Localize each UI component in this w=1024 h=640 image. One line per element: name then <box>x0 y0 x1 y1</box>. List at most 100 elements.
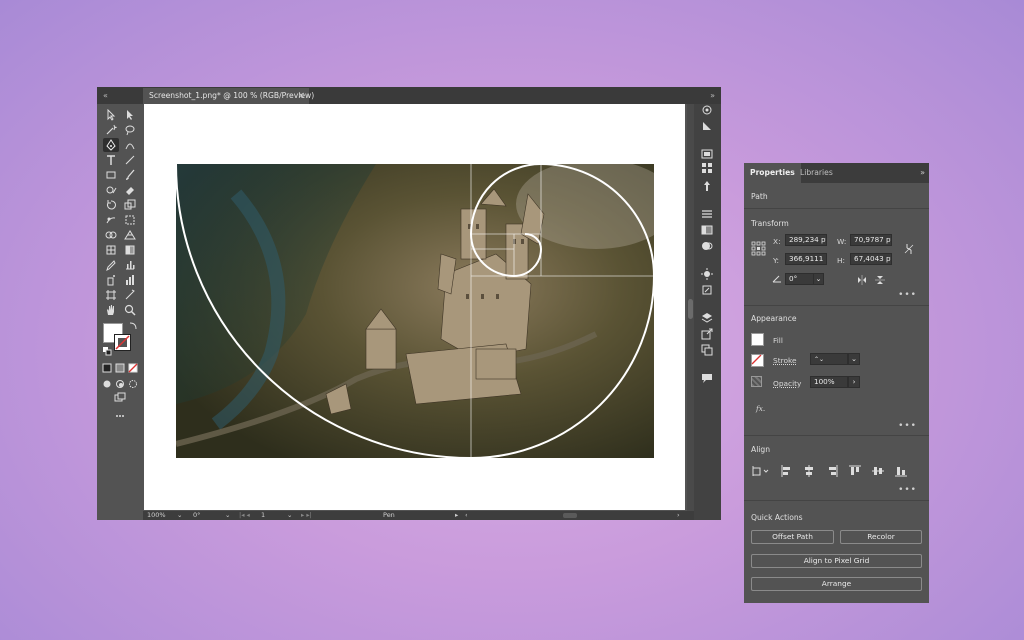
document-tab[interactable]: Screenshot_1.png* @ 100 % (RGB/Preview) … <box>143 88 314 104</box>
stroke-stepper-icon[interactable]: ⌃⌄ <box>814 356 824 363</box>
collapse-toolbar-icon[interactable]: « <box>103 91 108 100</box>
artboard-number[interactable]: 1 <box>261 511 265 520</box>
color-panel-icon[interactable] <box>700 148 714 160</box>
vertical-scrollbar[interactable] <box>687 104 694 512</box>
opacity-field[interactable]: 100% <box>810 376 848 388</box>
eyedropper-tool-icon[interactable] <box>103 258 119 272</box>
align-vertical-center-icon[interactable] <box>872 465 884 477</box>
arrange-button[interactable]: Arrange <box>751 577 922 591</box>
artboards-icon[interactable] <box>700 344 714 356</box>
scroll-right-icon[interactable]: › <box>677 511 680 520</box>
constrain-proportions-icon[interactable] <box>904 243 914 255</box>
align-to-selection-icon[interactable] <box>752 465 770 477</box>
offset-path-button[interactable]: Offset Path <box>751 530 834 544</box>
collapse-dock-icon[interactable]: » <box>710 91 715 100</box>
w-field[interactable]: 70,9787 pt <box>850 234 892 246</box>
line-tool-icon[interactable] <box>122 153 138 167</box>
tab-libraries[interactable]: Libraries <box>794 163 839 183</box>
opacity-label[interactable]: Opacity <box>773 379 801 388</box>
status-menu-icon[interactable]: ▸ <box>455 511 458 520</box>
zoom-level[interactable]: 100% <box>147 511 166 520</box>
type-tool-icon[interactable] <box>103 153 119 167</box>
swap-fill-stroke-icon[interactable] <box>125 319 141 333</box>
horizontal-scroll-thumb[interactable] <box>563 513 577 518</box>
appearance-more-options[interactable]: ••• <box>898 421 917 431</box>
last-artboard-icon[interactable]: ▸ ▸| <box>301 511 312 520</box>
stroke-swatch[interactable] <box>114 334 131 351</box>
castle-photo-with-golden-spiral[interactable] <box>176 164 654 458</box>
free-transform-tool-icon[interactable] <box>122 213 138 227</box>
flip-vertical-icon[interactable] <box>875 275 885 285</box>
shape-builder-tool-icon[interactable] <box>103 228 119 242</box>
vertical-scroll-thumb[interactable] <box>688 299 693 319</box>
fx-effects-button[interactable]: fx. <box>756 404 765 413</box>
rotate-tool-icon[interactable] <box>103 198 119 212</box>
reference-point-icon[interactable] <box>751 241 766 256</box>
align-right-icon[interactable] <box>826 465 838 477</box>
transform-more-options[interactable]: ••• <box>898 290 917 300</box>
artboard-tool-icon[interactable] <box>103 288 119 302</box>
appearance-icon[interactable] <box>700 268 714 280</box>
first-artboard-icon[interactable]: |◂ ◂ <box>239 511 250 520</box>
libraries-icon[interactable] <box>700 104 714 116</box>
none-mode-icon[interactable] <box>125 361 141 375</box>
align-horizontal-center-icon[interactable] <box>803 465 815 477</box>
h-field[interactable]: 67,4043 pt <box>850 253 892 265</box>
edit-toolbar-icon[interactable] <box>112 409 128 423</box>
warp-tool-icon[interactable] <box>103 213 119 227</box>
close-tab-button[interactable]: × <box>297 88 305 104</box>
stroke-label[interactable]: Stroke <box>773 356 797 365</box>
export-icon[interactable] <box>700 328 714 340</box>
mesh-tool-icon[interactable] <box>103 243 119 257</box>
y-field[interactable]: 366,9111 pt <box>785 253 827 265</box>
direct-selection-tool-icon[interactable] <box>122 108 138 122</box>
zoom-tool-icon[interactable] <box>122 303 138 317</box>
layers-icon[interactable] <box>700 312 714 324</box>
angle-dropdown-icon[interactable]: ⌄ <box>813 273 824 285</box>
scroll-left-icon[interactable]: ‹ <box>465 511 468 520</box>
pen-tool-icon[interactable] <box>103 138 119 152</box>
default-fill-stroke-icon[interactable] <box>99 344 115 358</box>
artboard[interactable] <box>144 104 685 510</box>
rectangle-tool-icon[interactable] <box>103 168 119 182</box>
symbol-sprayer-tool-icon[interactable] <box>103 273 119 287</box>
align-top-icon[interactable] <box>849 465 861 477</box>
cc-libraries-icon[interactable] <box>700 120 714 132</box>
perspective-grid-tool-icon[interactable] <box>122 228 138 242</box>
scale-tool-icon[interactable] <box>122 198 138 212</box>
x-field[interactable]: 289,234 pt <box>785 234 827 246</box>
swatches-icon[interactable] <box>700 162 714 174</box>
recolor-button[interactable]: Recolor <box>840 530 922 544</box>
transparency-icon[interactable] <box>700 240 714 252</box>
draw-inside-icon[interactable] <box>125 377 141 391</box>
stroke-panel-icon[interactable] <box>700 208 714 220</box>
shaper-tool-icon[interactable] <box>103 183 119 197</box>
canvas-area[interactable] <box>143 104 687 512</box>
opacity-arrow-icon[interactable]: › <box>848 376 860 388</box>
align-bottom-icon[interactable] <box>895 465 907 477</box>
comments-icon[interactable] <box>700 372 714 384</box>
graphic-styles-icon[interactable] <box>700 284 714 296</box>
flip-horizontal-icon[interactable] <box>857 275 867 285</box>
slice-tool-icon[interactable] <box>122 288 138 302</box>
gradient-tool-icon[interactable] <box>122 243 138 257</box>
rotation-dropdown-icon[interactable]: ⌄ <box>225 511 230 520</box>
graph-tool-icon[interactable] <box>122 258 138 272</box>
symbols-icon[interactable] <box>700 180 714 192</box>
curvature-tool-icon[interactable] <box>122 138 138 152</box>
stroke-swatch[interactable] <box>751 354 764 367</box>
stroke-weight-field[interactable]: ⌃⌄ <box>810 353 848 365</box>
align-left-icon[interactable] <box>781 465 793 477</box>
rotation-value[interactable]: 0° <box>193 511 200 520</box>
fill-swatch[interactable] <box>751 333 764 346</box>
panel-collapse-icon[interactable]: » <box>920 168 925 177</box>
hand-tool-icon[interactable] <box>103 303 119 317</box>
screen-mode-icon[interactable] <box>112 391 128 405</box>
align-to-pixel-grid-button[interactable]: Align to Pixel Grid <box>751 554 922 568</box>
tab-properties[interactable]: Properties <box>744 163 801 183</box>
artboard-dropdown-icon[interactable]: ⌄ <box>287 511 292 520</box>
angle-field[interactable]: 0° <box>785 273 815 285</box>
gradient-panel-icon[interactable] <box>700 224 714 236</box>
magic-wand-tool-icon[interactable] <box>103 123 119 137</box>
align-more-options[interactable]: ••• <box>898 485 917 495</box>
